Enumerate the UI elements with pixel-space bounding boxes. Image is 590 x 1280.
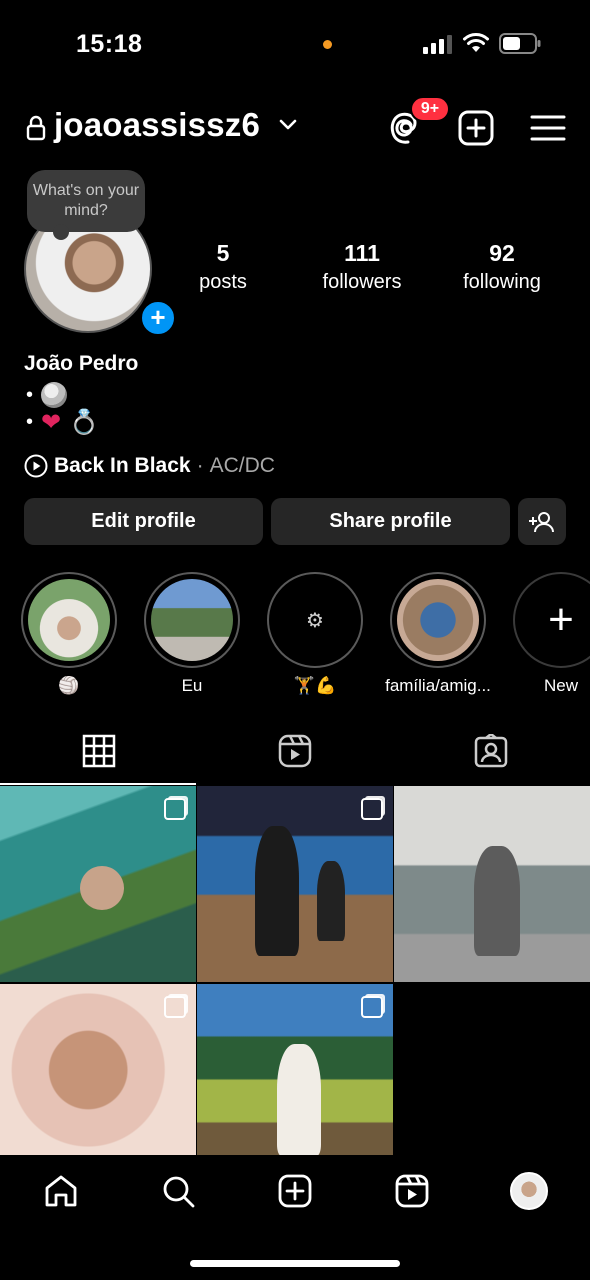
threads-notification-badge: 9+ — [410, 96, 450, 122]
chevron-down-icon[interactable] — [278, 118, 298, 132]
posts-count: 5 — [216, 240, 230, 266]
highlight-label: New — [543, 676, 578, 695]
music-song: Back In Black — [54, 454, 191, 477]
grid-icon[interactable] — [82, 734, 116, 768]
highlight-item[interactable]: Eu — [144, 572, 240, 696]
followers-label: followers — [322, 271, 402, 293]
new-highlight-button[interactable]: + New — [513, 572, 590, 696]
profile-header: joaoassissz6 9+ — [0, 96, 590, 156]
post-thumbnail[interactable] — [394, 786, 590, 982]
ring-icon: 💍 — [69, 409, 100, 436]
followers-count: 111 — [344, 240, 380, 266]
bio-line-1: • — [26, 382, 68, 408]
post-thumbnail[interactable] — [197, 984, 393, 1156]
note-bubble[interactable]: What's on your mind? — [27, 170, 145, 240]
display-name: João Pedro — [24, 352, 139, 375]
highlight-item[interactable]: ⚙ 🏋️💪 — [267, 572, 363, 696]
highlight-label: família/amig... — [385, 676, 491, 695]
profile-music[interactable]: Back In Black · AC/DC — [24, 454, 275, 478]
profile-nav-avatar[interactable] — [510, 1172, 548, 1210]
posts-label: posts — [199, 271, 247, 293]
volleyball-icon — [41, 382, 68, 408]
search-icon[interactable] — [160, 1173, 196, 1209]
carousel-icon — [361, 798, 383, 820]
highlight-label: 🏐 — [58, 676, 80, 695]
home-indicator[interactable] — [190, 1260, 400, 1267]
heart-icon: ❤ — [41, 409, 62, 436]
status-bar: 15:18 — [0, 0, 590, 90]
post-thumbnail[interactable] — [197, 786, 393, 982]
tagged-icon[interactable] — [474, 734, 508, 768]
following-label: following — [463, 271, 541, 293]
carousel-icon — [361, 996, 383, 1018]
highlight-cover[interactable]: ⚙ — [267, 572, 363, 668]
create-icon[interactable] — [277, 1173, 313, 1209]
post-thumbnail[interactable] — [0, 786, 196, 982]
following-stat[interactable]: 92 following — [437, 240, 567, 294]
posts-stat[interactable]: 5 posts — [158, 240, 288, 294]
highlight-cover[interactable] — [21, 572, 117, 668]
music-artist: AC/DC — [209, 454, 275, 477]
highlight-label: Eu — [181, 676, 203, 695]
username-switcher[interactable]: joaoassissz6 — [54, 106, 260, 144]
highlight-cover[interactable] — [144, 572, 240, 668]
highlight-cover-glyph: ⚙ — [274, 579, 356, 661]
highlight-cover[interactable] — [390, 572, 486, 668]
discover-people-button[interactable] — [518, 498, 566, 545]
post-thumbnail[interactable] — [0, 984, 196, 1156]
reels-nav-icon[interactable] — [394, 1173, 430, 1209]
edit-profile-button[interactable]: Edit profile — [24, 498, 263, 545]
battery-icon — [499, 33, 541, 54]
wifi-icon — [463, 33, 489, 52]
highlight-label: 🏋️💪 — [293, 676, 337, 695]
home-icon[interactable] — [43, 1173, 79, 1209]
bio-bullet: • — [26, 383, 34, 406]
mic-indicator-dot — [323, 40, 332, 49]
following-count: 92 — [489, 240, 515, 266]
bio-bullet: • — [26, 411, 34, 433]
followers-stat[interactable]: 111 followers — [297, 240, 427, 294]
play-icon — [24, 454, 48, 478]
add-story-plus-icon[interactable]: + — [138, 298, 178, 338]
reels-icon[interactable] — [278, 734, 312, 768]
carousel-icon — [164, 798, 186, 820]
share-profile-button[interactable]: Share profile — [271, 498, 510, 545]
profile-tabs — [0, 722, 590, 786]
menu-icon[interactable] — [528, 108, 568, 148]
bottom-navigation — [0, 1155, 590, 1235]
music-separator: · — [196, 454, 204, 477]
highlight-item[interactable]: 🏐 — [21, 572, 117, 696]
signal-icon — [423, 35, 452, 54]
new-post-icon[interactable] — [456, 108, 496, 148]
add-person-icon — [529, 512, 554, 533]
bio-line-2: • ❤ 💍 — [26, 408, 99, 437]
highlight-item[interactable]: família/amig... — [385, 572, 491, 696]
carousel-icon — [164, 996, 186, 1018]
status-time: 15:18 — [76, 30, 143, 58]
active-tab-indicator — [0, 783, 196, 785]
plus-icon[interactable]: + — [513, 572, 590, 668]
lock-icon — [26, 115, 46, 141]
